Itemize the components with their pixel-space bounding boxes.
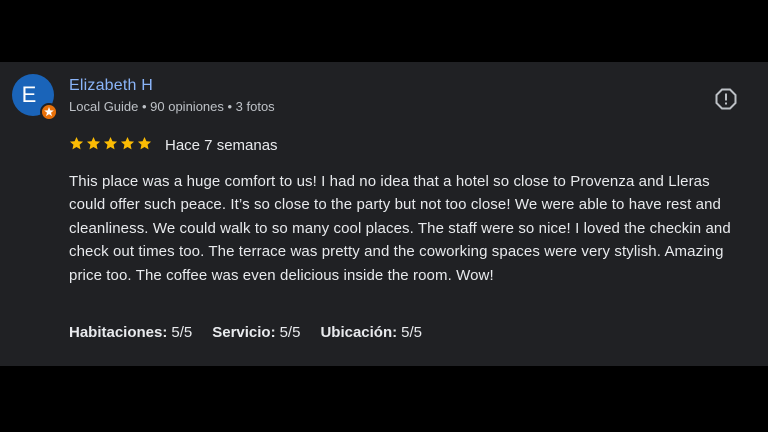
star-icon [69, 136, 84, 150]
star-icon [86, 136, 101, 150]
reviewer-name[interactable]: Elizabeth H [69, 77, 153, 95]
report-flag-icon[interactable] [714, 87, 738, 111]
rating-ubicacion: Ubicación: 5/5 [320, 324, 422, 341]
rating-value: 5/5 [279, 324, 301, 341]
review-date: Hace 7 semanas [165, 137, 278, 154]
star-icon [120, 136, 135, 150]
rating-servicio: Servicio: 5/5 [212, 324, 300, 341]
star-rating [69, 136, 152, 151]
rating-label: Ubicación: [320, 324, 398, 341]
rating-label: Habitaciones: [69, 324, 168, 341]
rating-value: 5/5 [401, 324, 422, 341]
star-icon [137, 136, 152, 150]
review-card: E Elizabeth H Local Guide • 90 opiniones… [0, 62, 768, 366]
rating-label: Servicio: [212, 324, 276, 341]
category-ratings: Habitaciones: 5/5 Servicio: 5/5 Ubicación:… [69, 324, 422, 341]
review-text: This place was a huge comfort to us! I h… [69, 173, 731, 284]
rating-habitaciones: Habitaciones: 5/5 [69, 324, 192, 341]
local-guide-star-icon [40, 103, 58, 121]
rating-value: 5/5 [171, 324, 193, 341]
star-icon [103, 136, 118, 150]
avatar[interactable]: E [12, 74, 58, 121]
reviewer-meta[interactable]: Local Guide • 90 opiniones • 3 fotos [69, 99, 275, 114]
